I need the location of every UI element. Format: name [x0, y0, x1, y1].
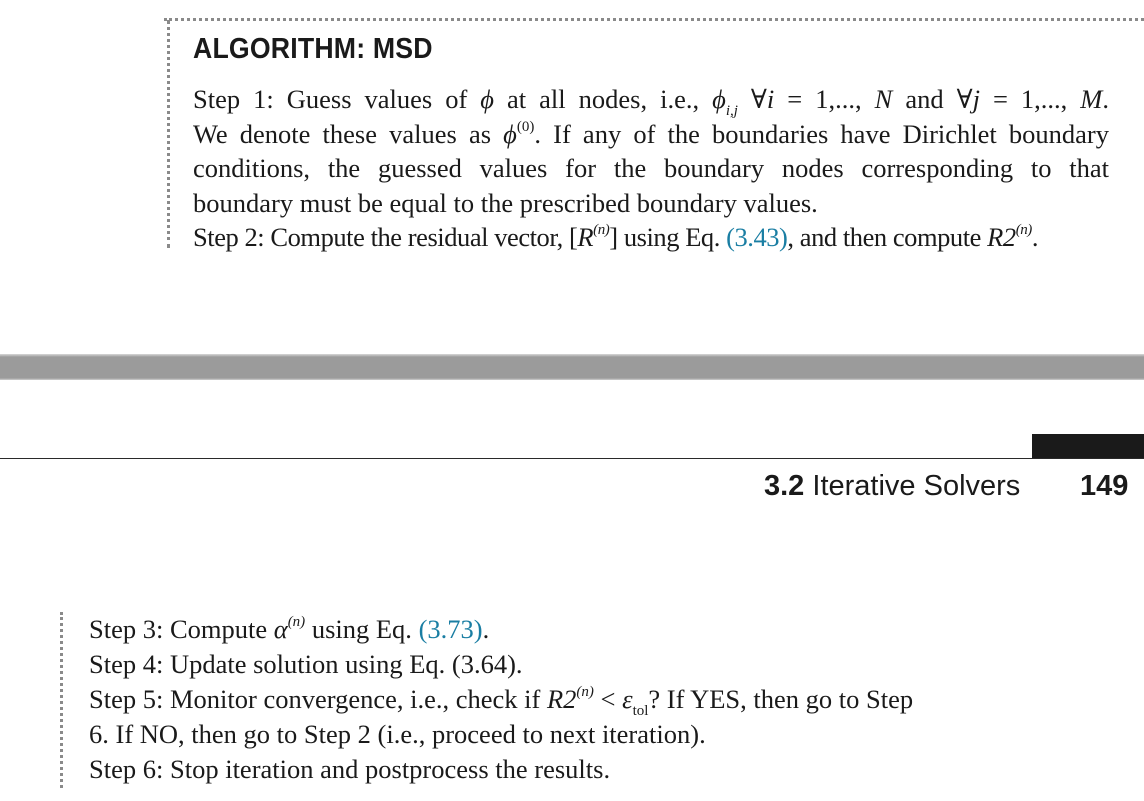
page-number: 149	[1080, 470, 1129, 502]
section-title: Iterative Solvers	[804, 470, 1021, 502]
eq-link-3-73[interactable]: (3.73)	[419, 614, 483, 644]
step-5-line-2: 6. If NO, then go to Step 2 (i.e., proce…	[89, 719, 706, 749]
eq-link-3-43[interactable]: (3.43)	[726, 222, 788, 252]
step-1-line-3: conditions, the guessed values for the b…	[193, 153, 1109, 183]
algorithm-steps-bottom: Step 3: Compute α(n) using Eq. (3.73). S…	[89, 612, 1139, 787]
step-6: Step 6: Stop iteration and postprocess t…	[89, 754, 611, 784]
step-1-line-2: We denote these values as ϕ(0). If any o…	[193, 118, 1109, 149]
section-number: 3.2	[764, 470, 805, 502]
algorithm-box-top-border	[164, 18, 1144, 21]
chapter-tab-marker	[1032, 434, 1144, 459]
step-1-line-1: Step 1: Guess values of ϕ at all nodes, …	[193, 84, 1109, 119]
algorithm-title: ALGORITHM: MSD	[193, 33, 433, 65]
step-2: Step 2: Compute the residual vector, [R(…	[193, 222, 1039, 252]
step-3: Step 3: Compute α(n) using Eq. (3.73).	[89, 614, 490, 644]
step-1-line-4: boundary must be equal to the prescribed…	[193, 187, 818, 218]
step-4: Step 4: Update solution using Eq. (3.64)…	[89, 649, 523, 679]
algorithm-steps-top: Step 1: Guess values of ϕ at all nodes, …	[193, 82, 1109, 255]
running-head: 3.2 Iterative Solvers	[764, 470, 1020, 503]
page-break-divider	[0, 354, 1144, 380]
algorithm-box-left-border	[167, 20, 170, 248]
running-head-rule	[0, 458, 1144, 459]
step-5-line-1: Step 5: Monitor convergence, i.e., check…	[89, 684, 914, 719]
algorithm-box-left-border-continued	[60, 612, 63, 788]
